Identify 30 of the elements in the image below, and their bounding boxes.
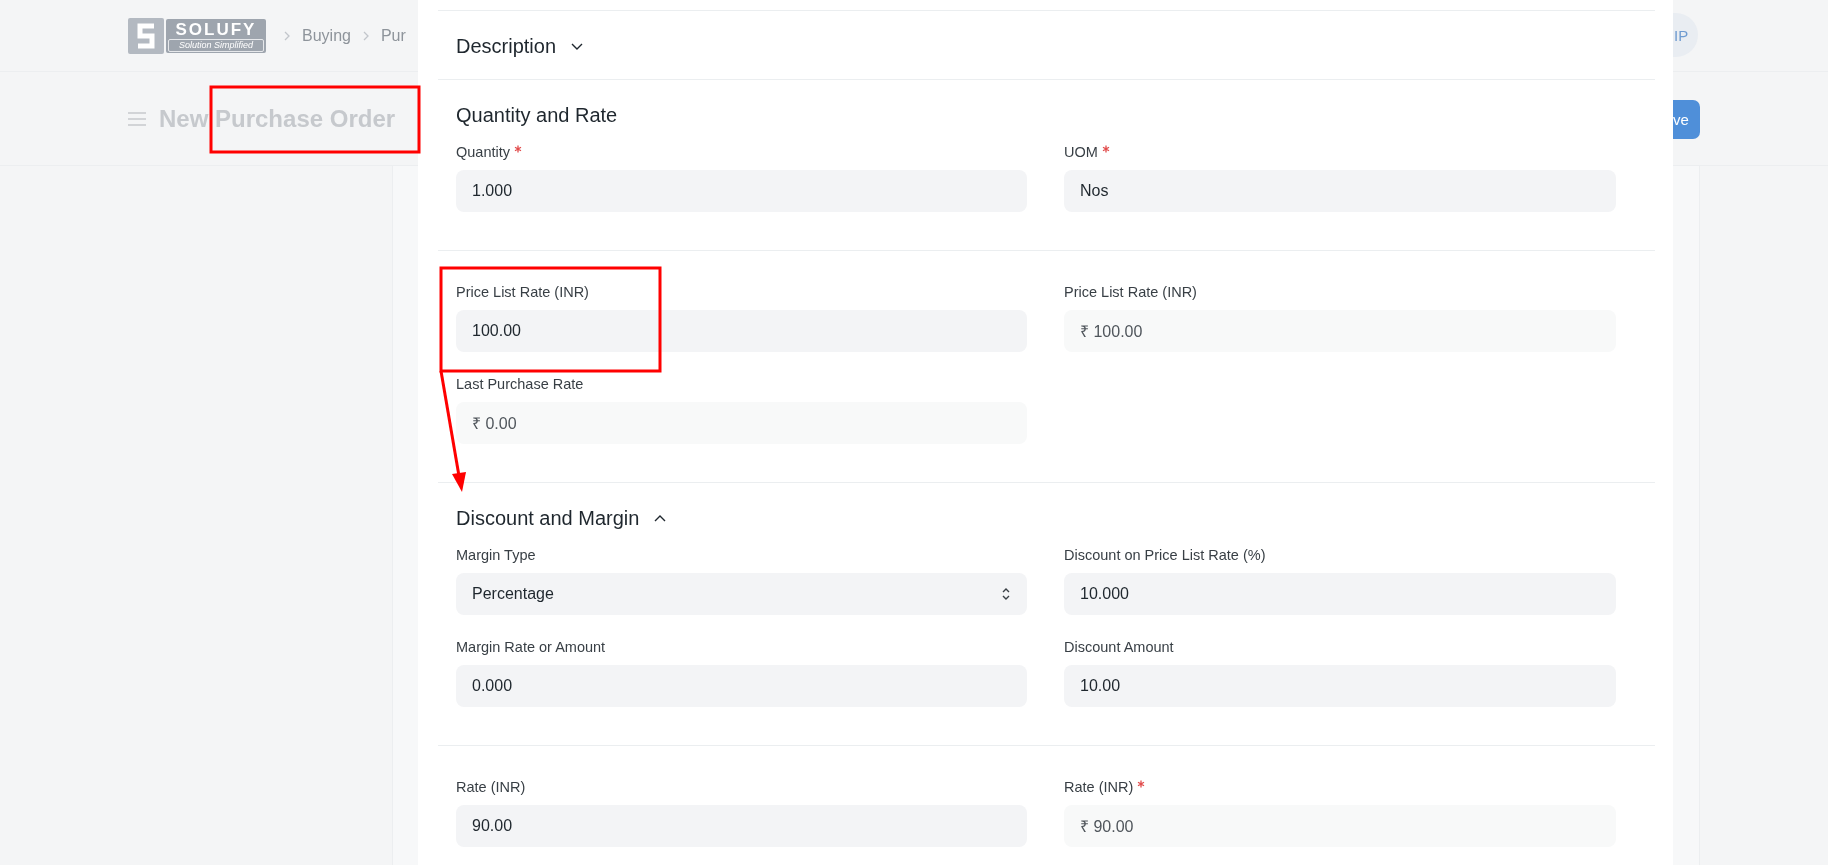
- logo-name: SOLUFY: [174, 19, 258, 39]
- input-field[interactable]: 90.00: [456, 805, 1027, 847]
- input-field[interactable]: 1.000: [456, 170, 1027, 212]
- field-label: Margin Rate or Amount: [456, 638, 606, 656]
- section-title[interactable]: Description: [456, 34, 557, 58]
- field-label: Last Purchase Rate: [456, 375, 584, 393]
- field-label: Price List Rate (INR): [1064, 283, 1197, 301]
- section-title[interactable]: Discount and Margin: [456, 506, 640, 530]
- field-label: UOM: [1064, 143, 1098, 161]
- logo-icon: [128, 17, 164, 54]
- logo-tagline: Solution Simplified: [168, 38, 264, 52]
- chevron-right-icon: [282, 30, 292, 41]
- input-field[interactable]: 10.000: [1064, 573, 1616, 615]
- field-label: Rate (INR): [456, 778, 526, 796]
- field-label: Quantity: [456, 143, 510, 161]
- field-label: Discount on Price List Rate (%): [1064, 546, 1266, 564]
- input-field[interactable]: 10.00: [1064, 665, 1616, 707]
- readonly-field: ₹ 100.00: [1064, 310, 1616, 352]
- input-field[interactable]: Nos: [1064, 170, 1616, 212]
- input-field[interactable]: 100.00: [456, 310, 1027, 352]
- field-label: Discount Amount: [1064, 638, 1174, 656]
- input-field[interactable]: 0.000: [456, 665, 1027, 707]
- field-label: Price List Rate (INR): [456, 283, 589, 301]
- field-label: Rate (INR): [1064, 778, 1134, 796]
- field-label: Margin Type: [456, 546, 536, 564]
- updown-icon: [1001, 586, 1011, 602]
- section-title: Quantity and Rate: [456, 103, 618, 127]
- readonly-field: ₹ 90.00: [1064, 805, 1616, 847]
- readonly-field: ₹ 0.00: [456, 402, 1027, 444]
- select-field[interactable]: Percentage: [456, 573, 1027, 615]
